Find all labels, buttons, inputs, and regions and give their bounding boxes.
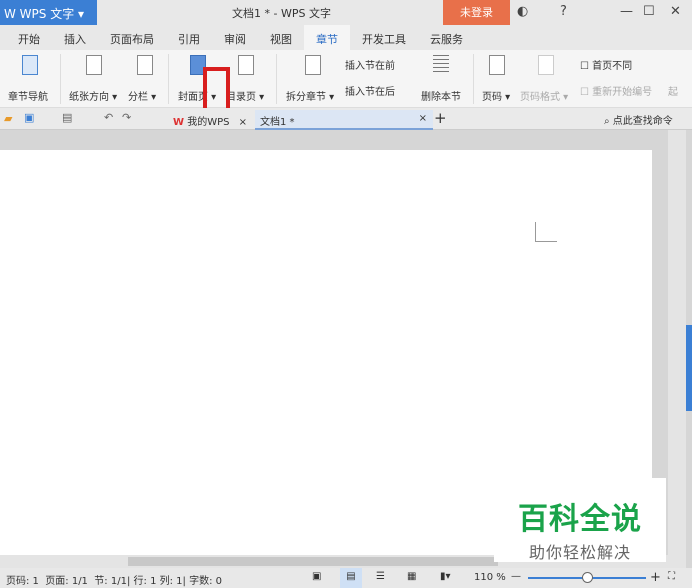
more-options[interactable]: 起 xyxy=(668,83,678,98)
first-page-different-label: 首页不同 xyxy=(592,61,633,72)
tab-label: 我的WPS xyxy=(187,117,230,128)
watermark-logo: 百科全说 助你轻松解决 xyxy=(494,478,666,562)
ribbon: 章节导航 纸张方向 ▾ 分栏 ▾ 封面页 ▾ 目录页 ▾ 拆分章节 ▾ 插入节在… xyxy=(0,50,692,108)
page-view-icon[interactable]: ▤ xyxy=(340,568,362,588)
word-count[interactable]: 字数: 0 xyxy=(189,576,222,587)
restart-numbering-label: 重新开始编号 xyxy=(592,87,653,98)
ribbon-tabs: 开始 插入 页面布局 引用 审阅 视图 章节 开发工具 云服务 xyxy=(0,25,692,50)
section-nav-icon xyxy=(22,55,38,75)
orientation-button[interactable]: 纸张方向 ▾ xyxy=(69,88,117,103)
close-button[interactable]: ✕ xyxy=(670,4,681,19)
insert-section-before-button[interactable]: 插入节在前 xyxy=(345,57,395,72)
side-panel-toggle[interactable] xyxy=(686,325,692,411)
page-status: 页码: 1 xyxy=(6,576,39,587)
tab-my-wps[interactable]: W 我的WPS × xyxy=(168,110,252,130)
section-status: 节: 1/1 xyxy=(94,576,127,587)
skin-icon[interactable]: ◐ xyxy=(517,4,528,19)
split-section-icon xyxy=(305,55,321,75)
zoom-slider-handle[interactable] xyxy=(582,572,593,583)
redo-icon[interactable]: ↷ xyxy=(122,111,131,124)
help-icon[interactable]: ? xyxy=(560,4,567,19)
tab-insert[interactable]: 插入 xyxy=(52,25,98,50)
tab-section[interactable]: 章节 xyxy=(304,25,350,50)
tab-layout[interactable]: 页面布局 xyxy=(98,25,166,50)
save-icon[interactable]: ▣ xyxy=(24,111,34,124)
fullscreen-icon[interactable]: ▣ xyxy=(312,571,321,582)
page-number-button[interactable]: 页码 ▾ xyxy=(482,88,510,103)
close-tab-icon[interactable]: × xyxy=(239,117,247,128)
page-number-format-icon xyxy=(538,55,554,75)
zoom-level[interactable]: 110 % xyxy=(474,572,506,583)
zoom-in-button[interactable]: + xyxy=(650,570,661,585)
columns-icon xyxy=(137,55,153,75)
web-view-icon[interactable]: ▦ xyxy=(407,571,416,582)
window-title: 文档1 * - WPS 文字 xyxy=(232,7,331,20)
title-bar xyxy=(0,0,692,25)
insert-section-after-button[interactable]: 插入节在后 xyxy=(345,83,395,98)
fit-window-icon[interactable]: ⛶ xyxy=(668,571,675,582)
watermark-subtitle: 助你轻松解决 xyxy=(528,543,631,562)
highlight-annotation xyxy=(203,67,230,112)
columns-button[interactable]: 分栏 ▾ xyxy=(128,88,156,103)
toc-page-icon xyxy=(238,55,254,75)
col-status: 列: 1 xyxy=(159,576,183,587)
app-name: W WPS 文字 xyxy=(4,7,75,21)
tab-view[interactable]: 视图 xyxy=(258,25,304,50)
print-icon[interactable]: ▤ xyxy=(62,111,72,124)
tab-document[interactable]: 文档1 * × xyxy=(255,110,433,130)
tab-cloud[interactable]: 云服务 xyxy=(418,25,475,50)
open-icon[interactable]: ▰ xyxy=(4,112,12,125)
toc-page-button[interactable]: 目录页 ▾ xyxy=(226,88,264,103)
scrollbar-thumb[interactable] xyxy=(128,557,498,566)
split-section-button[interactable]: 拆分章节 ▾ xyxy=(286,88,334,103)
vertical-scrollbar[interactable] xyxy=(668,130,686,555)
tab-start[interactable]: 开始 xyxy=(6,25,52,50)
maximize-button[interactable]: ☐ xyxy=(643,4,655,19)
watermark-title: 百科全说 xyxy=(518,502,642,537)
outline-view-icon[interactable]: ☰ xyxy=(376,571,385,582)
pages-status: 页面: 1/1 xyxy=(45,576,88,587)
command-search[interactable]: ⌕ 点此查找命令 xyxy=(604,112,673,127)
wps-logo-icon: W xyxy=(173,117,185,128)
section-nav-button[interactable]: 章节导航 xyxy=(8,88,48,103)
minimize-button[interactable]: — xyxy=(620,4,633,19)
first-page-different-checkbox[interactable]: ☐ 首页不同 xyxy=(580,57,632,72)
tab-developer[interactable]: 开发工具 xyxy=(350,25,418,50)
tab-references[interactable]: 引用 xyxy=(166,25,212,50)
quick-access-bar: ▰ ▣ ▤ ↶ ↷ W 我的WPS × 文档1 * × + ⌕ 点此查找命令 xyxy=(0,108,692,130)
search-placeholder: 点此查找命令 xyxy=(612,116,673,127)
tab-label: 文档1 * xyxy=(260,117,295,128)
row-status: 行: 1 xyxy=(133,576,157,587)
delete-section-icon xyxy=(433,55,449,75)
restart-numbering-checkbox[interactable]: ☐ 重新开始编号 xyxy=(580,83,652,98)
page-number-format-button[interactable]: 页码格式 ▾ xyxy=(520,88,568,103)
app-menu-button[interactable]: W WPS 文字 ▾ xyxy=(0,0,97,25)
orientation-icon xyxy=(86,55,102,75)
login-button[interactable]: 未登录 xyxy=(443,0,510,25)
eye-protection-icon[interactable]: ▮▾ xyxy=(440,571,451,582)
delete-section-button[interactable]: 删除本节 xyxy=(421,88,461,103)
close-tab-icon[interactable]: × xyxy=(419,113,427,124)
zoom-out-button[interactable]: — xyxy=(511,571,521,582)
page-number-icon xyxy=(489,55,505,75)
chevron-down-icon: ▾ xyxy=(78,7,85,21)
undo-icon[interactable]: ↶ xyxy=(104,111,113,124)
new-tab-button[interactable]: + xyxy=(434,109,447,127)
tab-review[interactable]: 审阅 xyxy=(212,25,258,50)
margin-marker xyxy=(535,222,557,242)
